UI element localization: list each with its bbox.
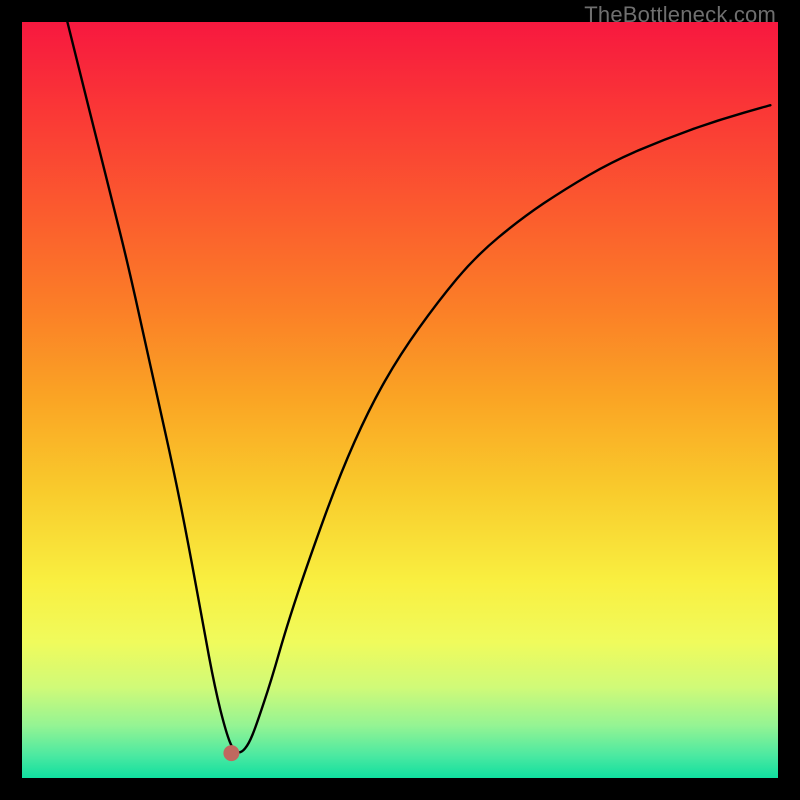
gradient-background — [22, 22, 778, 778]
chart-svg — [22, 22, 778, 778]
watermark-text: TheBottleneck.com — [584, 2, 776, 28]
chart-frame — [22, 22, 778, 778]
optimal-point-marker — [223, 745, 239, 761]
